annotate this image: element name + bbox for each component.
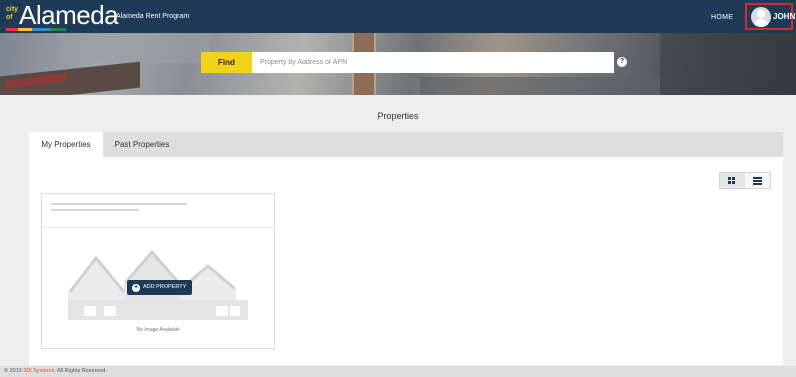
- logo-stripe-blue: [32, 28, 50, 31]
- find-button[interactable]: Find: [201, 52, 252, 73]
- footer: © 2019 3Di Systems. All Rights Reserved.: [0, 366, 796, 377]
- no-image-text: No Image Available: [136, 327, 180, 333]
- property-card-header: [42, 194, 274, 228]
- plus-circle-icon: +: [132, 283, 140, 292]
- top-navbar: city of Alameda Alameda Rent Program HOM…: [0, 0, 796, 33]
- logo-stripe-red: [6, 28, 18, 31]
- skeleton-line: [51, 203, 187, 205]
- grid-view-button[interactable]: [720, 173, 745, 188]
- tab-bar: My Properties Past Properties: [29, 132, 783, 157]
- search-input[interactable]: [260, 52, 610, 73]
- copyright-suffix: . All Rights Reserved.: [54, 368, 107, 374]
- tab-past-properties[interactable]: Past Properties: [103, 132, 181, 157]
- add-property-label: ADD PROPERTY: [143, 284, 187, 290]
- property-card-placeholder: + ADD PROPERTY No Image Available: [41, 193, 275, 349]
- user-menu-button[interactable]: JOHN: [745, 3, 796, 30]
- banner-photo-street: [420, 77, 660, 95]
- banner-photo-building: [60, 33, 210, 63]
- question-circle-icon[interactable]: ?: [617, 57, 627, 67]
- program-name: Alameda Rent Program: [116, 13, 190, 20]
- skeleton-line: [51, 209, 139, 211]
- home-link[interactable]: HOME: [711, 14, 733, 21]
- hero-banner: Find ?: [0, 33, 796, 95]
- logo-wordmark: Alameda: [19, 0, 119, 30]
- user-silhouette-icon: [757, 10, 765, 18]
- logo-city-text: city of: [6, 6, 19, 21]
- tab-my-properties[interactable]: My Properties: [29, 132, 103, 157]
- view-toggle: [719, 172, 771, 189]
- page-title: Properties: [377, 111, 419, 121]
- avatar: [751, 7, 771, 27]
- search-bar: Find: [201, 52, 614, 73]
- logo-stripe-yellow: [18, 28, 32, 31]
- properties-panel: My Properties Past Properties + ADD PROP…: [29, 132, 783, 365]
- list-view-button[interactable]: [745, 173, 770, 188]
- banner-photo-tree: [660, 33, 796, 95]
- logo-stripe-green: [50, 28, 66, 31]
- user-name: JOHN: [773, 12, 796, 21]
- copyright-prefix: © 2019: [4, 368, 24, 374]
- grid-view-icon: [728, 177, 736, 184]
- list-view-icon: [753, 177, 762, 185]
- company-link[interactable]: 3Di Systems: [23, 368, 54, 374]
- add-property-button[interactable]: + ADD PROPERTY: [127, 280, 192, 295]
